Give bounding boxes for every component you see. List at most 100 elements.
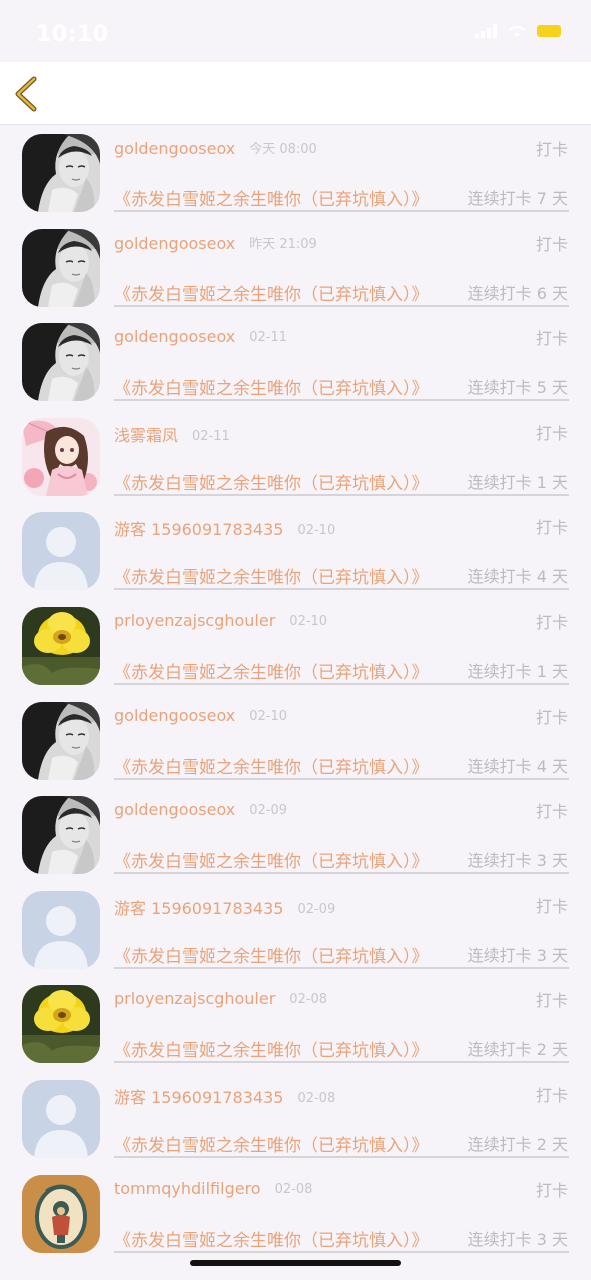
divider	[114, 682, 569, 685]
book-title-link[interactable]: 《赤发白雪姬之余生唯你（已弃坑慎入）》	[114, 185, 429, 210]
book-title-link[interactable]: 《赤发白雪姬之余生唯你（已弃坑慎入）》	[114, 753, 429, 778]
list-item[interactable]: prloyenzajscghouler 02-08 打卡《赤发白雪姬之余生唯你（已弃…	[0, 976, 591, 1071]
username[interactable]: prloyenzajscghouler	[114, 989, 275, 1008]
portrait-bw-avatar[interactable]	[22, 134, 100, 212]
status-time: 10:10	[36, 22, 109, 47]
checkin-action-label: 打卡	[535, 707, 568, 727]
portrait-bw-avatar[interactable]	[22, 796, 100, 875]
book-title-link[interactable]: 《赤发白雪姬之余生唯你（已弃坑慎入）》	[114, 280, 429, 305]
checkin-date: 昨天 21:09	[249, 236, 317, 252]
checkin-date: 02-11	[249, 330, 287, 346]
streak-label: 连续打卡 3 天	[467, 851, 568, 871]
default-user-avatar[interactable]	[22, 1079, 100, 1158]
portrait-bw-avatar[interactable]	[22, 701, 100, 780]
divider	[114, 493, 569, 496]
list-item[interactable]: 游客 1596091783435 02-08 打卡 《赤发白雪姬之余生唯你（已弃坑慎入…	[0, 1071, 591, 1166]
username-block: goldengooseox 02-10	[114, 706, 287, 725]
default-user-avatar[interactable]	[22, 512, 100, 591]
book-title-link[interactable]: 《赤发白雪姬之余生唯你（已弃坑慎入）》	[114, 1226, 429, 1251]
username[interactable]: 游客 1596091783435	[114, 1088, 283, 1107]
streak-label: 连续打卡 4 天	[467, 567, 568, 587]
checkin-date: 今天 08:00	[249, 142, 317, 157]
book-title-link[interactable]: 《赤发白雪姬之余生唯你（已弃坑慎入）》	[114, 942, 429, 967]
streak-label: 连续打卡 2 天	[467, 1134, 568, 1154]
checkin-date: 02-10	[289, 613, 328, 629]
username-block: prloyenzajscghouler 02-10	[114, 611, 327, 630]
username[interactable]: tommqyhdilfilgero	[114, 1179, 261, 1198]
username[interactable]: goldengooseox	[114, 327, 235, 346]
divider	[114, 1061, 569, 1064]
list-item[interactable]: goldengooseox 02-11 打卡 《赤发白雪姬之余生唯你（已弃坑慎入）》 连…	[0, 314, 591, 409]
streak-label: 连续打卡 7 天	[467, 189, 568, 208]
username[interactable]: 游客 1596091783435	[114, 520, 283, 539]
book-title-link[interactable]: 《赤发白雪姬之余生唯你（已弃坑慎入）》	[114, 1036, 429, 1061]
divider	[114, 777, 569, 780]
username-block: 游客 1596091783435 02-10	[114, 516, 335, 540]
checkin-action-label: 打卡	[535, 612, 568, 632]
username[interactable]: goldengooseox	[114, 139, 235, 158]
book-title-link[interactable]: 《赤发白雪姬之余生唯你（已弃坑慎入）》	[114, 658, 429, 683]
list-item[interactable]: goldengooseox 今天 08:00 打卡 《赤发白雪姬之余生唯你（已弃坑慎入…	[0, 125, 591, 220]
list-item[interactable]: 浅雾霜凤 02-11 打卡《赤发白雪姬之余生唯你（已弃坑慎入）》 连续打卡 1 天	[0, 409, 591, 504]
checkin-action-label: 打卡	[535, 991, 568, 1011]
vintage-frame-avatar[interactable]	[22, 1174, 100, 1253]
streak-label: 连续打卡 6 天	[467, 283, 568, 303]
list-item[interactable]: 游客 1596091783435 02-09 打卡《赤发白雪姬之余生唯你（已弃坑慎入…	[0, 882, 591, 977]
checkin-action-label: 打卡	[535, 896, 568, 916]
list-item[interactable]: goldengooseox 02-10 打卡《赤发白雪姬之余生唯你（已弃坑慎入）》 连…	[0, 693, 591, 788]
username[interactable]: goldengooseox	[114, 706, 235, 725]
list-item[interactable]: prloyenzajscghouler 02-10 打卡《赤发白雪姬之余生唯你（已弃…	[0, 598, 591, 693]
book-title-link[interactable]: 《赤发白雪姬之余生唯你（已弃坑慎入）》	[114, 1131, 429, 1156]
book-title-link[interactable]: 《赤发白雪姬之余生唯你（已弃坑慎入）》	[114, 469, 429, 494]
book-title-link[interactable]: 《赤发白雪姬之余生唯你（已弃坑慎入）》	[114, 563, 429, 588]
username[interactable]: prloyenzajscghouler	[114, 611, 275, 630]
streak-label: 连续打卡 4 天	[467, 756, 568, 776]
portrait-bw-avatar[interactable]	[22, 228, 100, 307]
username[interactable]: goldengooseox	[114, 234, 235, 253]
book-title-link[interactable]: 《赤发白雪姬之余生唯你（已弃坑慎入）》	[114, 847, 429, 872]
portrait-bw-avatar[interactable]	[22, 323, 100, 402]
username[interactable]: 浅雾霜凤	[114, 426, 178, 445]
default-user-avatar[interactable]	[22, 890, 100, 969]
checkin-date: 02-09	[297, 901, 336, 917]
battery-icon	[537, 25, 561, 37]
wifi-icon	[509, 26, 525, 37]
username-block: 游客 1596091783435 02-09	[114, 895, 335, 919]
divider	[114, 210, 569, 212]
username[interactable]: 游客 1596091783435	[114, 899, 283, 918]
status-bar: 10:10	[0, 0, 591, 62]
list-item[interactable]: 游客 1596091783435 02-10 打卡《赤发白雪姬之余生唯你（已弃坑慎入…	[0, 503, 591, 598]
checkin-date: 02-09	[249, 803, 287, 819]
divider	[114, 588, 569, 591]
nav-bar	[0, 62, 591, 125]
username-block: prloyenzajscghouler 02-08	[114, 989, 327, 1008]
username-block: 游客 1596091783435 02-08	[114, 1084, 335, 1108]
username[interactable]: goldengooseox	[114, 800, 235, 819]
chevron-left-icon	[15, 76, 37, 112]
checkin-list: goldengooseox 今天 08:00 打卡 《赤发白雪姬之余生唯你（已弃坑慎入…	[0, 125, 591, 1260]
username-block: 浅雾霜凤 02-11	[114, 422, 230, 446]
checkin-date: 02-10	[249, 708, 287, 724]
back-button[interactable]	[10, 74, 46, 114]
streak-label: 连续打卡 1 天	[467, 472, 568, 492]
streak-label: 连续打卡 3 天	[467, 945, 568, 965]
list-item[interactable]: goldengooseox 02-09 打卡 《赤发白雪姬之余生唯你（已弃坑慎入）》 连…	[0, 787, 591, 882]
anime-girl-avatar[interactable]	[22, 417, 100, 496]
yellow-flower-avatar[interactable]	[22, 985, 100, 1064]
yellow-flower-avatar[interactable]	[22, 606, 100, 685]
checkin-date: 02-08	[289, 992, 328, 1008]
signal-icon	[475, 24, 497, 38]
checkin-action-label: 打卡	[535, 518, 568, 538]
streak-label: 连续打卡 2 天	[467, 1040, 568, 1060]
book-title-link[interactable]: 《赤发白雪姬之余生唯你（已弃坑慎入）》	[114, 374, 429, 399]
checkin-date: 02-10	[297, 523, 336, 539]
divider	[114, 966, 569, 969]
checkin-action-label: 打卡	[535, 423, 568, 443]
username-block: tommqyhdilfilgero 02-08	[114, 1179, 312, 1198]
list-item[interactable]: goldengooseox 昨天 21:09 打卡《赤发白雪姬之余生唯你（已弃坑慎入…	[0, 220, 591, 315]
streak-label: 连续打卡 3 天	[467, 1229, 568, 1249]
checkin-action-label: 打卡	[535, 234, 568, 254]
list-item[interactable]: tommqyhdilfilgero 02-08 打卡 《赤发白雪姬之余生唯你（已弃坑慎…	[0, 1166, 591, 1261]
divider	[114, 1155, 569, 1158]
checkin-action-label: 打卡	[535, 329, 568, 349]
